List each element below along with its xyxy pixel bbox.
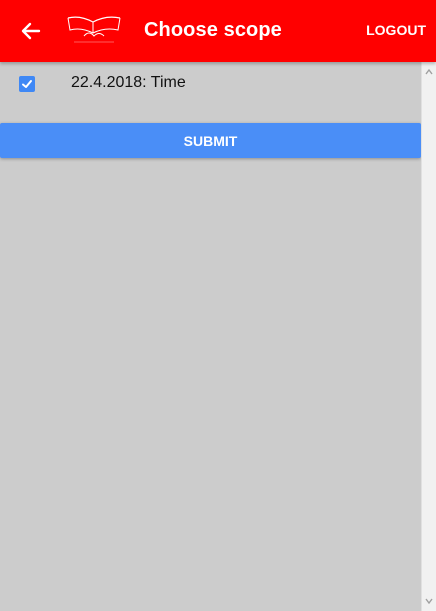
logout-button[interactable]: LOGOUT [366,22,426,38]
check-icon [22,80,32,88]
submit-button[interactable]: SUBMIT [0,123,421,158]
toolbar: Choose scope LOGOUT [0,0,436,62]
app-window: Choose scope LOGOUT 22.4.2018: Time SUBM… [0,0,436,611]
scope-label: 22.4.2018: Time [71,74,186,91]
back-button[interactable] [14,14,48,48]
vertical-scrollbar[interactable] [421,62,436,611]
scope-list: 22.4.2018: Time SUBMIT [0,62,421,611]
scroll-down-icon[interactable] [422,594,436,608]
scroll-up-icon[interactable] [422,65,436,79]
book-logo-icon [67,16,121,43]
list-item[interactable]: 22.4.2018: Time [0,70,421,100]
scope-checkbox[interactable] [19,76,35,92]
arrow-left-icon [21,22,41,40]
page-title: Choose scope [144,19,282,41]
